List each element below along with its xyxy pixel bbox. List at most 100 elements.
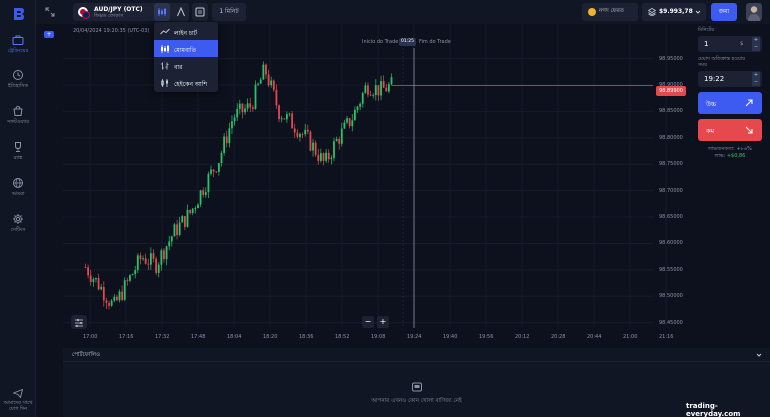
- x-axis-tick-label: 20:44: [587, 334, 602, 340]
- candle-body: [144, 258, 147, 264]
- candle-body: [387, 84, 390, 92]
- sell-down-label: কম: [706, 127, 715, 135]
- x-axis-tick-label: 21:00: [623, 334, 638, 340]
- candle-body: [115, 296, 118, 301]
- chart-type-label: লাইন চার্ট: [174, 30, 198, 37]
- history-icon: [13, 70, 23, 80]
- candle-body: [160, 250, 163, 265]
- trade-timer: 01:25: [399, 38, 416, 46]
- drawing-tools-button[interactable]: [173, 3, 189, 21]
- sidebar-join-us[interactable]: আমাদের সাথে যোগ দিন: [0, 389, 36, 412]
- pen-tool-icon: [177, 7, 185, 17]
- sidebar-item-about[interactable]: আমরা: [0, 177, 36, 199]
- amount-input[interactable]: 1 $ + −: [698, 36, 762, 52]
- candle-body: [155, 258, 158, 273]
- candle-body: [204, 192, 207, 195]
- candle-body: [346, 118, 348, 123]
- candle-body: [233, 117, 236, 122]
- sidebar-join-label-2: যোগ দিন: [8, 406, 28, 412]
- arrow-down-right-icon: [745, 126, 753, 134]
- candle-body: [374, 85, 377, 95]
- sliders-icon: [75, 319, 83, 327]
- payout-line: লাভজনকতা: +৮৬%: [708, 146, 752, 152]
- profit-label: লাভ:: [714, 153, 726, 159]
- candle-body: [134, 270, 137, 275]
- wallet-icon: [648, 8, 656, 16]
- amount-increase-button[interactable]: +: [752, 37, 760, 44]
- sidebar-item-trading[interactable]: ট্রেডিংয়ের: [0, 34, 36, 56]
- expand-icon[interactable]: [44, 6, 56, 18]
- candle-body: [241, 103, 244, 113]
- chevron-down-icon[interactable]: [756, 352, 762, 358]
- sidebar-item-ranking[interactable]: র‍্যাঙ্ক: [0, 141, 36, 163]
- x-axis-tick-label: 20:12: [515, 334, 530, 340]
- expiry-decrease-button[interactable]: −: [752, 79, 760, 86]
- expiry-value: 19:22: [704, 75, 725, 83]
- candle-body: [278, 105, 280, 120]
- candle-body: [139, 255, 142, 260]
- zoom-in-button[interactable]: +: [377, 316, 389, 328]
- candle-body: [108, 303, 110, 306]
- buy-up-button[interactable]: উচ্চ: [698, 92, 762, 114]
- indicators-button[interactable]: [192, 3, 208, 21]
- expiry-label-2: সময়: [698, 62, 708, 68]
- avatar[interactable]: [746, 3, 762, 21]
- balance-selector[interactable]: $9.993,78: [642, 3, 706, 21]
- cashback-label: নগদ ফেরত: [599, 8, 624, 14]
- user-avatar-icon: [748, 6, 760, 21]
- zoom-out-button[interactable]: −: [362, 316, 374, 328]
- amount-decrease-button[interactable]: −: [752, 44, 760, 51]
- candle-body: [304, 129, 307, 135]
- candle-body: [207, 173, 210, 193]
- sidebar-item-history[interactable]: ইতিহাসিক: [0, 69, 36, 91]
- chart-type-option-heikin-ashi[interactable]: হেইকেন আশি: [154, 74, 218, 91]
- y-axis-tick-label: 98.95000: [659, 55, 683, 62]
- chart-type-button[interactable]: [154, 3, 170, 21]
- sidebar-item-shop[interactable]: সফটওয়্যার: [0, 105, 36, 127]
- sidebar-item-settings[interactable]: সেটিংস: [0, 213, 36, 235]
- y-axis-tick-label: 98.50000: [659, 293, 683, 300]
- indicator-settings-button[interactable]: [71, 315, 87, 329]
- line-chart-icon: [160, 28, 170, 35]
- sell-down-button[interactable]: কম: [698, 119, 762, 141]
- x-axis-tick-label: 19:56: [479, 334, 494, 340]
- deposit-button[interactable]: জমা: [711, 3, 737, 21]
- arrow-up-right-icon: [745, 99, 753, 107]
- candle-body: [191, 208, 194, 213]
- x-axis-tick-label: 17:00: [83, 334, 98, 340]
- profit-line: লাভ: +$0,86: [698, 153, 762, 160]
- amount-value: 1: [704, 40, 709, 48]
- portfolio-header[interactable]: পোর্টফোলিও: [63, 348, 770, 362]
- candle-body: [293, 128, 296, 133]
- balance-amount: $9.993,78: [659, 8, 693, 15]
- candle-body: [265, 64, 267, 75]
- chart-type-option-bars[interactable]: বার: [154, 57, 218, 74]
- candle-body: [283, 118, 286, 120]
- chart-datetime: 20/04/2024 19:20:35 (UTC-03): [73, 28, 150, 34]
- candle-body: [173, 224, 176, 237]
- candle-body: [325, 152, 328, 161]
- send-icon: [13, 389, 23, 398]
- candle-body: [189, 209, 192, 213]
- candle-body: [212, 169, 215, 172]
- cashback-button[interactable]: নগদ ফেরত: [582, 3, 638, 21]
- expiry-input[interactable]: 19:22 + −: [698, 71, 762, 87]
- timeframe-selector[interactable]: 1 মিনিট: [212, 3, 246, 21]
- chart-type-option-line[interactable]: লাইন চার্ট: [154, 23, 218, 40]
- candle-body: [356, 106, 359, 110]
- candle-body: [183, 216, 186, 227]
- y-axis-tick-label: 98.65000: [659, 214, 683, 221]
- coin-icon: [588, 8, 596, 16]
- app-root: ট্রেডিংয়ের + ইতিহাসিক সফটওয়্যার র‍্যাঙ…: [0, 0, 770, 417]
- new-badge[interactable]: +: [44, 31, 54, 38]
- candle-body: [100, 287, 103, 290]
- y-axis-tick-label: 98.90000: [659, 81, 683, 88]
- trade-panel: মিনিটের 1 $ + − মেয়াদ অতিক্রান্ত হওয়ার…: [692, 24, 770, 348]
- expiry-increase-button[interactable]: +: [752, 72, 760, 79]
- layout-icon: [195, 7, 205, 17]
- chart-type-option-candles[interactable]: মোমবাতি: [154, 40, 218, 57]
- candle-body: [296, 132, 299, 137]
- candle-body: [299, 133, 301, 137]
- sidebar: ট্রেডিংয়ের + ইতিহাসিক সফটওয়্যার র‍্যাঙ…: [0, 0, 54, 417]
- candle-body: [87, 267, 90, 276]
